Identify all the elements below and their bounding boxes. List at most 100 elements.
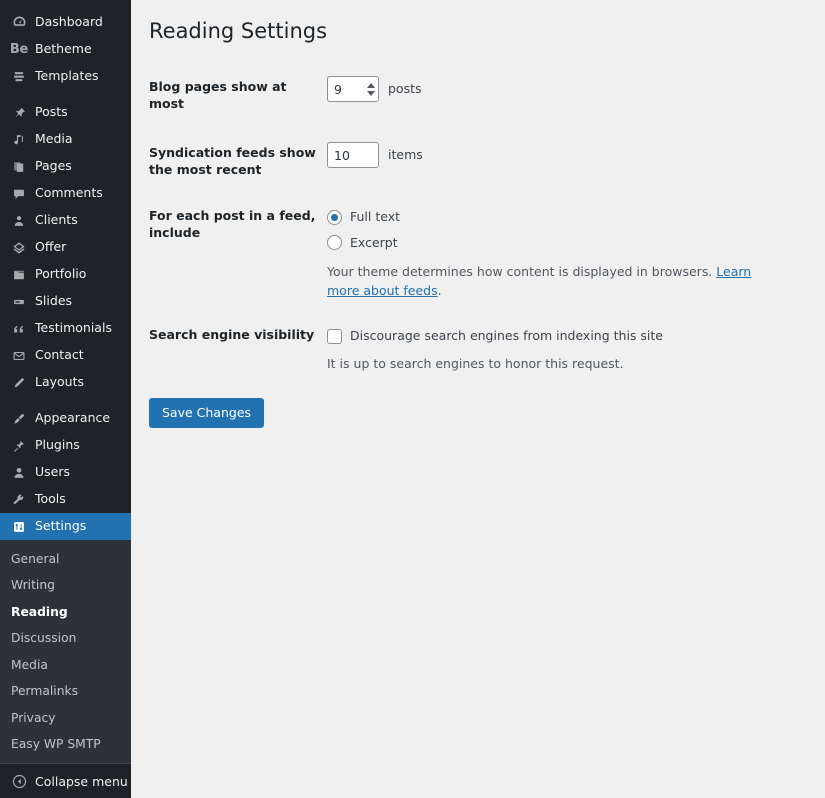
save-changes-button[interactable]: Save Changes xyxy=(149,398,265,429)
form-row-blog-pages: Blog pages show at most posts xyxy=(149,63,794,129)
submenu-item-media[interactable]: Media xyxy=(0,652,131,678)
sidebar-item-contact[interactable]: Contact xyxy=(0,342,131,369)
radio-excerpt[interactable] xyxy=(327,235,342,251)
menu-spacer-top xyxy=(0,0,131,9)
media-icon xyxy=(9,130,29,150)
submenu-item-permalinks[interactable]: Permalinks xyxy=(0,678,131,704)
sidebar-item-templates[interactable]: Templates xyxy=(0,63,131,90)
sidebar-item-label: Clients xyxy=(35,211,78,227)
spinner-down-icon[interactable] xyxy=(366,90,375,96)
discourage-search-engines-label[interactable]: Discourage search engines from indexing … xyxy=(350,327,663,346)
sidebar-item-label: Dashboard xyxy=(35,13,103,29)
main-content: Reading Settings Blog pages show at most xyxy=(131,0,825,798)
sidebar-item-label: Appearance xyxy=(35,409,111,425)
pencil-icon xyxy=(9,373,29,393)
search-visibility-description: It is up to search engines to honor this… xyxy=(327,355,624,371)
reading-settings-form: Blog pages show at most posts xyxy=(149,63,794,386)
feed-description-period: . xyxy=(437,283,442,299)
blog-pages-label: Blog pages show at most xyxy=(149,79,287,112)
discourage-search-engines-checkbox[interactable] xyxy=(327,328,342,344)
dashboard-icon xyxy=(9,13,29,33)
paintbrush-icon xyxy=(9,409,29,429)
submenu-item-reading[interactable]: Reading xyxy=(0,599,131,625)
betheme-be-icon: Be xyxy=(9,42,29,57)
sidebar-item-posts[interactable]: Posts xyxy=(0,99,131,126)
sidebar-item-label: Users xyxy=(35,463,71,479)
sidebar-item-label: Contact xyxy=(35,346,84,362)
sidebar-item-plugins[interactable]: Plugins xyxy=(0,432,131,459)
sidebar-item-clients[interactable]: Clients xyxy=(0,207,131,234)
sidebar-item-label: Settings xyxy=(35,517,87,533)
menu-spacer-1 xyxy=(0,90,131,99)
pushpin-icon xyxy=(9,103,29,123)
sidebar-item-label: Pages xyxy=(35,157,72,173)
search-visibility-label: Search engine visibility xyxy=(149,326,315,342)
submenu-item-general[interactable]: General xyxy=(0,546,131,572)
form-row-search-visibility: Search engine visibility Discourage sear… xyxy=(149,314,794,387)
feed-description-text: Your theme determines how content is dis… xyxy=(327,264,717,280)
admin-sidebar: Dashboard Be Betheme Templates Posts Med… xyxy=(0,0,131,798)
plug-icon xyxy=(9,436,29,456)
sidebar-item-label: Tools xyxy=(35,490,66,506)
sidebar-item-portfolio[interactable]: Portfolio xyxy=(0,261,131,288)
checkbox-option-discourage[interactable]: Discourage search engines from indexing … xyxy=(327,327,784,346)
syndication-unit: items xyxy=(388,146,423,162)
blog-pages-field-group: posts xyxy=(327,76,422,103)
sidebar-item-pages[interactable]: Pages xyxy=(0,153,131,180)
feed-include-description: Your theme determines how content is dis… xyxy=(327,263,784,301)
envelope-icon xyxy=(9,346,29,366)
comment-icon xyxy=(9,184,29,204)
settings-sliders-icon xyxy=(9,517,29,537)
sidebar-item-layouts[interactable]: Layouts xyxy=(0,369,131,396)
sidebar-item-label: Offer xyxy=(35,238,67,254)
submenu-item-easy-wp-smtp[interactable]: Easy WP SMTP xyxy=(0,731,131,757)
sidebar-item-slides[interactable]: Slides xyxy=(0,288,131,315)
spinner-up-icon[interactable] xyxy=(366,82,375,88)
portfolio-icon xyxy=(9,265,29,285)
quote-icon xyxy=(9,319,29,339)
sidebar-item-label: Plugins xyxy=(35,436,80,452)
offer-icon xyxy=(9,238,29,258)
sidebar-item-media[interactable]: Media xyxy=(0,126,131,153)
sidebar-item-dashboard[interactable]: Dashboard xyxy=(0,9,131,36)
collapse-arrow-icon xyxy=(9,774,29,789)
radio-option-full-text[interactable]: Full text xyxy=(327,208,784,227)
sidebar-item-settings[interactable]: Settings xyxy=(0,513,131,540)
sidebar-item-betheme[interactable]: Be Betheme xyxy=(0,36,131,63)
submit-area: Save Changes xyxy=(149,386,805,429)
sidebar-item-label: Testimonials xyxy=(35,319,112,335)
collapse-menu-button[interactable]: Collapse menu xyxy=(0,763,131,798)
radio-excerpt-label[interactable]: Excerpt xyxy=(350,234,398,253)
syndication-input[interactable] xyxy=(327,142,379,169)
pages-icon xyxy=(9,157,29,177)
sidebar-item-label: Slides xyxy=(35,292,73,308)
feed-include-label: For each post in a feed, include xyxy=(149,207,316,240)
form-row-syndication: Syndication feeds show the most recent i… xyxy=(149,129,794,195)
sidebar-item-comments[interactable]: Comments xyxy=(0,180,131,207)
blog-pages-stepper[interactable] xyxy=(327,76,379,103)
sidebar-item-tools[interactable]: Tools xyxy=(0,486,131,513)
clients-icon xyxy=(9,211,29,231)
sidebar-item-label: Betheme xyxy=(35,40,92,56)
radio-full-text-label[interactable]: Full text xyxy=(350,208,400,227)
sidebar-item-testimonials[interactable]: Testimonials xyxy=(0,315,131,342)
sidebar-menu: Dashboard Be Betheme Templates Posts Med… xyxy=(0,0,131,763)
sidebar-item-label: Posts xyxy=(35,103,68,119)
sidebar-item-label: Media xyxy=(35,130,73,146)
templates-icon xyxy=(9,67,29,87)
submenu-item-writing[interactable]: Writing xyxy=(0,572,131,598)
radio-option-excerpt[interactable]: Excerpt xyxy=(327,234,784,253)
radio-full-text[interactable] xyxy=(327,209,342,225)
blog-pages-spinner[interactable] xyxy=(363,77,378,102)
user-icon xyxy=(9,463,29,483)
sidebar-item-appearance[interactable]: Appearance xyxy=(0,405,131,432)
sidebar-item-users[interactable]: Users xyxy=(0,459,131,486)
blog-pages-unit: posts xyxy=(388,80,422,96)
sidebar-item-offer[interactable]: Offer xyxy=(0,234,131,261)
sidebar-item-label: Comments xyxy=(35,184,103,200)
submenu-item-privacy[interactable]: Privacy xyxy=(0,705,131,731)
submenu-item-discussion[interactable]: Discussion xyxy=(0,625,131,651)
page-title: Reading Settings xyxy=(149,19,328,43)
sidebar-item-label: Portfolio xyxy=(35,265,87,281)
syndication-field-group: items xyxy=(327,142,423,169)
